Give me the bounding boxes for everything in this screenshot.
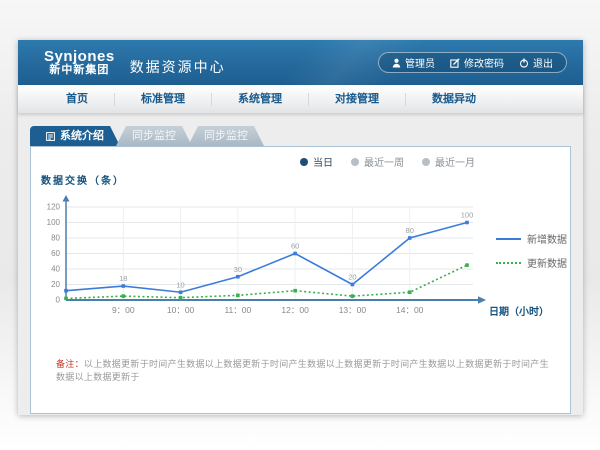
solid-line-swatch [496,238,521,240]
filter-today[interactable]: 当日 [300,154,333,169]
edit-icon [450,58,460,68]
legend-item-new-data: 新增数据 [496,231,567,246]
user-menu-admin-label: 管理员 [405,55,435,70]
main-nav: 首页 标准管理 系统管理 对接管理 数据异动 [18,85,583,114]
tab-sync-monitor-2[interactable]: 同步监控 [188,126,264,146]
user-menu: 管理员 修改密码 退出 [378,52,567,73]
x-axis-title: 日期（小时） [489,303,549,318]
user-menu-change-password[interactable]: 修改密码 [450,55,504,70]
page-title: 数据资源中心 [130,57,226,77]
chart-panel: 当日 最近一周 最近一月 数据交换（条） 0 20 40 60 80 100 120 9：00… [30,146,571,414]
svg-text:20: 20 [51,280,60,289]
logo: Synjones 新中新集团 [44,49,115,76]
svg-text:9：00: 9：00 [112,305,135,315]
svg-text:12：00: 12：00 [281,305,309,315]
tab-label: 同步监控 [132,126,176,146]
svg-text:40: 40 [51,265,60,274]
nav-item-changes[interactable]: 数据异动 [406,93,502,106]
user-menu-admin[interactable]: 管理员 [392,55,435,70]
nav-item-standards[interactable]: 标准管理 [115,93,212,106]
svg-text:60: 60 [291,242,299,251]
legend-item-updated-data: 更新数据 [496,255,567,270]
tab-bar: 系统介绍 同步监控 同步监控 [30,126,264,146]
period-filter-group: 当日 最近一周 最近一月 [300,154,475,169]
footnote: 备注：以上数据更新于时间产生数据以上数据更新于时间产生数据以上数据更新于时间产生… [56,357,556,383]
svg-text:13：00: 13：00 [339,305,367,315]
svg-text:10: 10 [176,280,184,289]
nav-item-home[interactable]: 首页 [40,93,115,106]
radio-dot [422,158,430,166]
user-menu-logout[interactable]: 退出 [519,55,553,70]
header-bar: Synjones 新中新集团 数据资源中心 管理员 修改密码 [18,40,583,85]
app-window: Synjones 新中新集团 数据资源中心 管理员 修改密码 [18,40,583,415]
radio-dot [351,158,359,166]
nav-item-interface[interactable]: 对接管理 [309,93,406,106]
tab-label: 系统介绍 [60,126,104,146]
line-chart: 0 20 40 60 80 100 120 9：00 10：00 11：00 12：00 13：00 1… [36,195,496,320]
power-icon [519,58,529,68]
user-menu-logout-label: 退出 [533,55,553,70]
footnote-label: 备注： [56,359,84,369]
document-icon [46,132,55,141]
logo-text-cn: 新中新集团 [44,65,115,77]
svg-text:0: 0 [56,296,61,305]
svg-text:11：00: 11：00 [224,305,251,315]
user-menu-change-password-label: 修改密码 [464,55,504,70]
tab-sync-monitor-1[interactable]: 同步监控 [116,126,192,146]
svg-text:20: 20 [348,273,356,282]
filter-label: 当日 [313,154,333,169]
svg-text:100: 100 [47,218,61,227]
radio-dot [300,158,308,166]
chart-legend: 新增数据 更新数据 [496,231,567,270]
svg-text:30: 30 [234,265,242,274]
dotted-line-swatch [496,262,521,264]
legend-label: 新增数据 [527,231,567,246]
svg-text:18: 18 [119,274,127,283]
y-axis-title: 数据交换（条） [41,172,125,187]
svg-text:80: 80 [51,234,60,243]
svg-text:10：00: 10：00 [167,305,195,315]
svg-text:100: 100 [461,211,474,220]
svg-text:80: 80 [406,226,414,235]
footnote-text: 以上数据更新于时间产生数据以上数据更新于时间产生数据以上数据更新于时间产生数据以… [56,359,549,382]
svg-text:60: 60 [51,249,60,258]
svg-text:14：00: 14：00 [396,305,424,315]
tab-label: 同步监控 [204,126,248,146]
filter-label: 最近一月 [435,154,475,169]
user-icon [392,58,401,68]
filter-last-week[interactable]: 最近一周 [351,154,404,169]
tab-system-intro[interactable]: 系统介绍 [30,126,120,146]
logo-text-en: Synjones [44,49,115,65]
filter-last-month[interactable]: 最近一月 [422,154,475,169]
filter-label: 最近一周 [364,154,404,169]
legend-label: 更新数据 [527,255,567,270]
nav-item-system[interactable]: 系统管理 [212,93,309,106]
content-area: 系统介绍 同步监控 同步监控 当日 最近一周 [18,113,583,415]
svg-text:120: 120 [47,203,61,212]
